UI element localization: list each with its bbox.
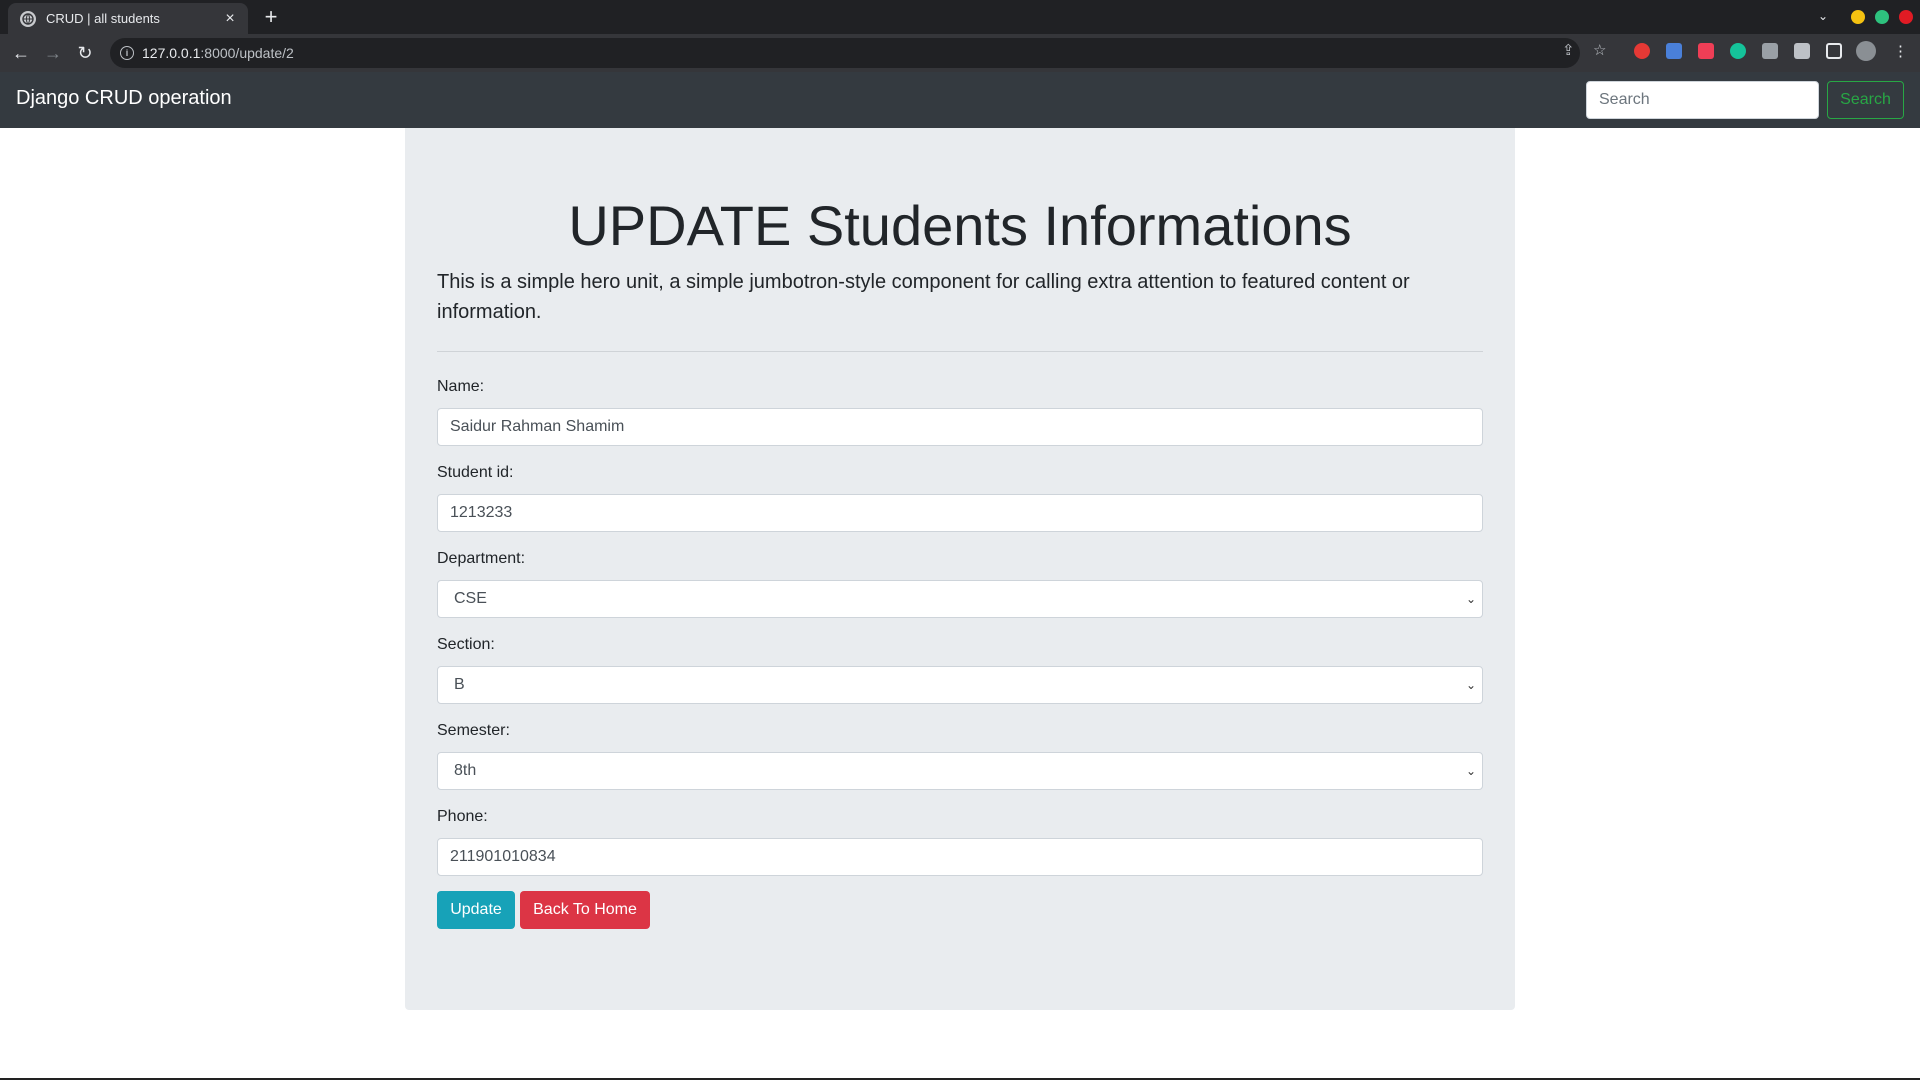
puzzle-icon[interactable] (1794, 43, 1810, 59)
department-value: CSE (454, 590, 487, 607)
browser-tab[interactable]: CRUD | all students × (8, 3, 248, 34)
translate-icon[interactable] (1666, 43, 1682, 59)
sidebar-icon[interactable] (1826, 43, 1842, 59)
address-bar[interactable]: i 127.0.0.1:8000/update/2 (110, 38, 1580, 68)
semester-select[interactable]: 8th ⌄ (437, 752, 1483, 790)
update-button[interactable]: Update (437, 891, 515, 929)
navbar-brand[interactable]: Django CRUD operation (16, 87, 232, 110)
back-to-home-button[interactable]: Back To Home (520, 891, 650, 929)
name-field[interactable]: Saidur Rahman Shamim (437, 408, 1483, 446)
section-select[interactable]: B ⌄ (437, 666, 1483, 704)
jumbotron: UPDATE Students Informations This is a s… (405, 128, 1515, 1010)
semester-label: Semester: (437, 722, 510, 739)
grammarly-icon[interactable] (1730, 43, 1746, 59)
page-title: UPDATE Students Informations (568, 194, 1352, 257)
student-id-field[interactable]: 1213233 (437, 494, 1483, 532)
globe-icon (20, 10, 36, 27)
lead-text: This is a simple hero unit, a simple jum… (437, 271, 1410, 323)
share-icon[interactable]: ⇪ (1562, 41, 1575, 59)
semester-value: 8th (454, 762, 477, 779)
info-icon[interactable]: i (120, 46, 134, 60)
pocket-icon[interactable] (1698, 43, 1714, 59)
site-navbar: Django CRUD operation Search (0, 72, 1920, 128)
minimize-button[interactable] (1851, 10, 1865, 24)
department-select[interactable]: CSE ⌄ (437, 580, 1483, 618)
phone-label: Phone: (437, 808, 488, 825)
section-value: B (454, 676, 465, 693)
phone-field[interactable]: 211901010834 (437, 838, 1483, 876)
chevron-down-icon: ⌄ (1465, 592, 1476, 606)
search-input[interactable] (1586, 81, 1819, 119)
close-icon[interactable]: × (222, 10, 238, 28)
url-text: 127.0.0.1:8000/update/2 (142, 45, 294, 61)
camera-icon[interactable] (1762, 43, 1778, 59)
forward-icon[interactable]: → (42, 43, 64, 63)
menu-icon[interactable]: ⋮ (1893, 42, 1908, 60)
chevron-down-icon: ⌄ (1465, 764, 1476, 778)
name-label: Name: (437, 378, 485, 395)
browser-toolbar: ← → ↻ i 127.0.0.1:8000/update/2 ⇪ ☆ (0, 34, 1920, 72)
tab-title: CRUD | all students (46, 11, 160, 26)
student-id-label: Student id: (437, 464, 514, 481)
tab-search-icon[interactable]: ⌄ (1818, 9, 1828, 23)
section-label: Section: (437, 636, 495, 653)
extension-icon[interactable] (1634, 43, 1650, 59)
new-tab-button[interactable]: + (260, 6, 282, 28)
avatar[interactable] (1856, 41, 1876, 61)
browser-tab-bar: CRUD | all students × + ⌄ (0, 0, 1920, 34)
star-icon[interactable]: ☆ (1593, 41, 1606, 59)
divider (437, 351, 1483, 352)
reload-icon[interactable]: ↻ (74, 43, 96, 63)
search-button[interactable]: Search (1827, 81, 1904, 119)
maximize-button[interactable] (1875, 10, 1889, 24)
close-window-button[interactable] (1899, 10, 1913, 24)
back-icon[interactable]: ← (10, 43, 32, 63)
chevron-down-icon: ⌄ (1465, 678, 1476, 692)
department-label: Department: (437, 550, 526, 567)
